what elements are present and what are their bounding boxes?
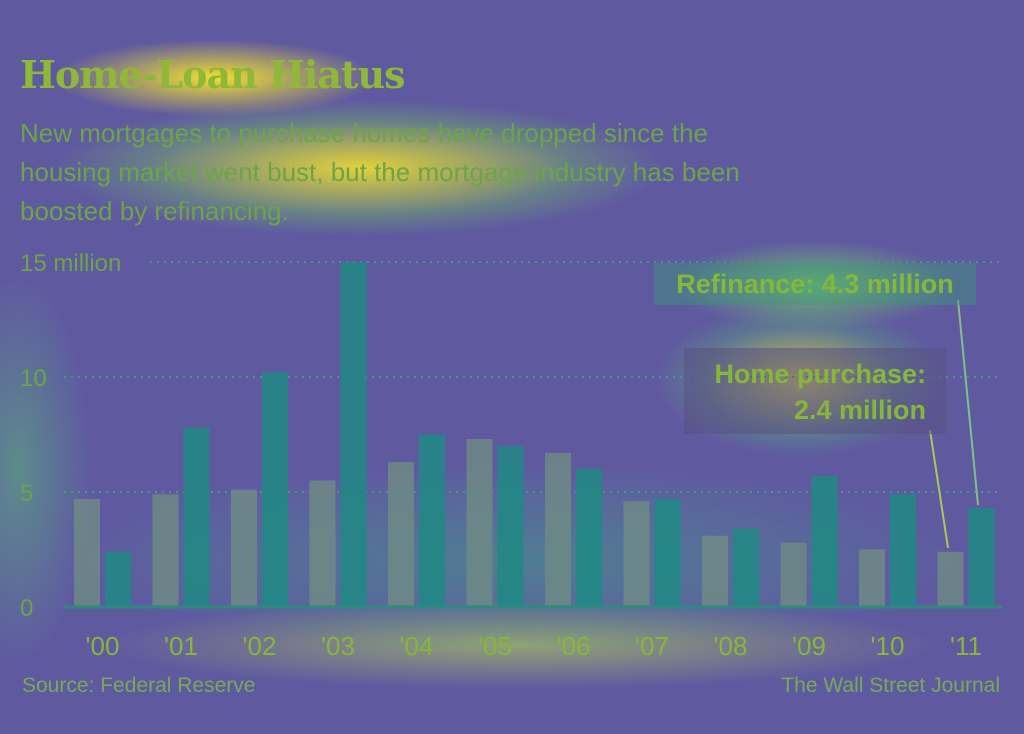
y-tick-label: 5 <box>20 480 33 507</box>
home-purchase-annotation: Home purchase: 2.4 million <box>684 348 946 434</box>
home-purchase-bar <box>937 551 964 607</box>
x-tick-label: '05 <box>478 631 512 661</box>
refinance-bar <box>811 475 838 607</box>
refinance-bar <box>105 551 131 607</box>
home-purchase-bar <box>388 462 414 607</box>
x-tick-label: '07 <box>635 631 669 661</box>
refinance-bar <box>183 427 210 607</box>
home-purchase-bar <box>702 535 728 607</box>
x-tick-label: '10 <box>871 631 905 661</box>
x-tick-label: '01 <box>164 631 198 661</box>
home-purchase-bar <box>859 549 885 607</box>
home-purchase-bar <box>545 452 571 607</box>
source-note: Source: Federal Reserve <box>22 674 256 697</box>
home-purchase-bar <box>74 498 100 607</box>
x-tick-label: '08 <box>714 631 748 661</box>
home-purchase-annotation-line2: 2.4 million <box>793 395 926 425</box>
x-tick-label: '04 <box>400 631 434 661</box>
refinance-bar <box>419 434 445 607</box>
refinance-bar <box>576 469 602 607</box>
x-tick-label: '03 <box>321 631 355 661</box>
home-purchase-bar <box>466 439 493 607</box>
refinance-bar <box>890 494 916 607</box>
x-tick-label: '11 <box>950 631 982 661</box>
refinance-bar <box>968 508 995 607</box>
refinance-bar <box>654 498 681 607</box>
x-tick-label: '09 <box>792 631 826 661</box>
refinance-bar <box>340 262 367 607</box>
home-purchase-bar <box>152 494 179 607</box>
home-purchase-bar <box>309 480 336 607</box>
y-tick-label: 15 million <box>20 250 121 277</box>
home-purchase-bar <box>231 489 257 607</box>
home-purchase-bar <box>780 542 807 607</box>
publisher-credit: The Wall Street Journal <box>781 674 1000 697</box>
home-purchase-bar <box>623 501 650 607</box>
x-tick-label: '02 <box>243 631 277 661</box>
x-tick-label: '06 <box>557 631 591 661</box>
refinance-bar <box>497 446 524 607</box>
x-tick-label: '00 <box>86 631 120 661</box>
refinance-bar <box>733 528 759 607</box>
y-tick-label: 10 <box>20 365 47 392</box>
home-purchase-pointer <box>929 429 949 549</box>
refinance-bar <box>262 372 288 607</box>
home-purchase-annotation-line1: Home purchase: <box>714 359 926 389</box>
y-tick-label: 0 <box>20 595 33 622</box>
refinance-annotation: Refinance: 4.3 million <box>654 263 976 305</box>
refinance-pointer <box>957 299 979 506</box>
